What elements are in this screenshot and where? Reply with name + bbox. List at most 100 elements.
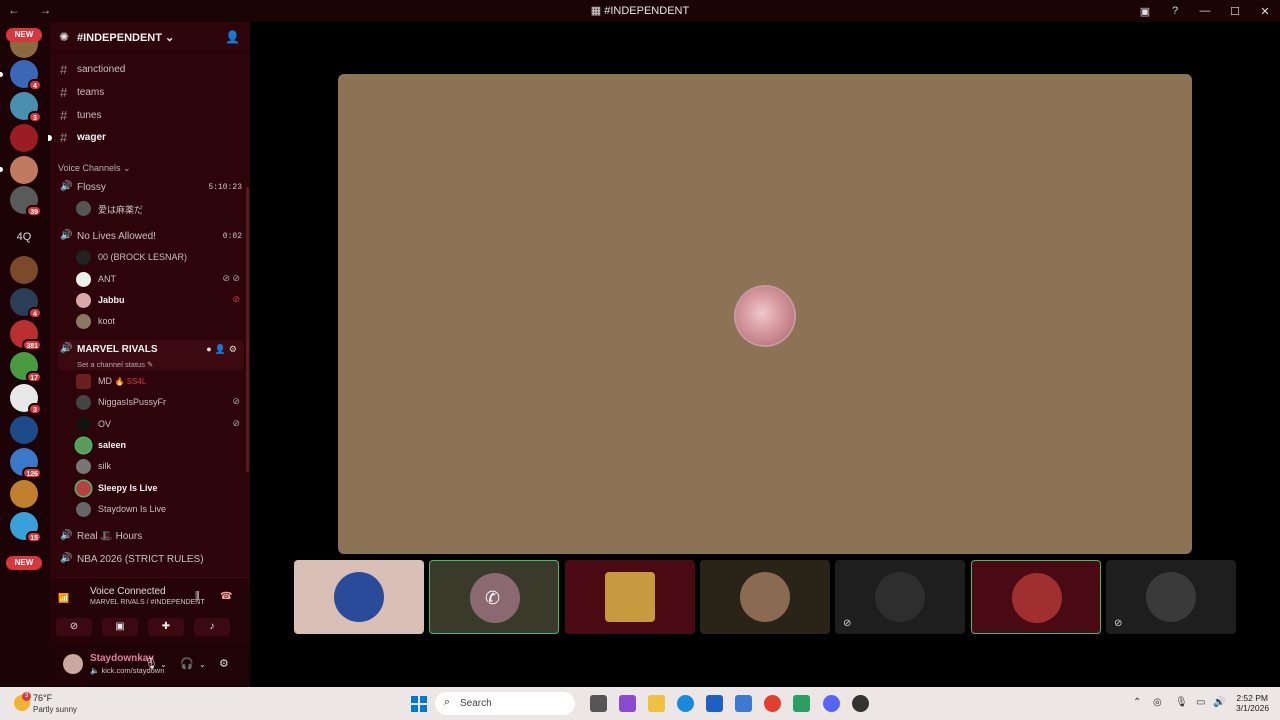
voice-user[interactable]: 00 (BROCK LESNAR)	[76, 248, 240, 268]
server-icon[interactable]: 4	[10, 288, 42, 319]
voice-user[interactable]: 愛は麻薬だ	[76, 199, 240, 219]
gear-icon[interactable]: ⚙	[219, 657, 229, 670]
voice-user[interactable]: saleen	[76, 436, 240, 456]
avatar[interactable]	[63, 654, 83, 674]
mention-badge: 17	[26, 371, 42, 383]
server-icon[interactable]: 381	[10, 320, 42, 351]
voice-user[interactable]: OV ⊘	[76, 415, 240, 435]
chevron-up-icon[interactable]: ⌃	[1133, 697, 1141, 708]
text-channel[interactable]: # sanctioned	[58, 60, 244, 80]
app-tray-icon[interactable]: ◎	[1153, 697, 1162, 708]
voice-connected-channel[interactable]: MARVEL RIVALS / #INDEPENDENT	[90, 599, 205, 606]
participant-tile[interactable]: ⊘	[835, 560, 965, 634]
microphone-icon[interactable]: 🎙	[144, 657, 158, 670]
disconnect-icon[interactable]: ☎	[220, 591, 232, 602]
voice-user[interactable]: koot	[76, 312, 240, 332]
inbox-icon[interactable]: ▣	[1130, 5, 1160, 18]
app-icon[interactable]	[793, 695, 810, 712]
guild-header[interactable]: ✺ #INDEPENDENT ⌄ 👤	[50, 22, 250, 54]
voice-category[interactable]: Voice Channels ⌄	[58, 163, 131, 174]
activities-button[interactable]: ✚	[148, 618, 184, 636]
avatar	[334, 572, 384, 622]
maximize-button[interactable]: ☐	[1220, 5, 1250, 18]
help-icon[interactable]: ?	[1160, 5, 1190, 17]
camera-off-button[interactable]: ⊘	[56, 618, 92, 636]
minimize-button[interactable]: —	[1190, 5, 1220, 17]
server-icon[interactable]	[10, 416, 38, 444]
server-icon[interactable]: 3	[10, 92, 42, 123]
chevron-down-icon[interactable]: ⌄	[199, 660, 206, 669]
sidebar-scrollbar[interactable]	[246, 187, 249, 472]
mention-badge: 39	[26, 205, 42, 217]
invite-icon[interactable]: 👤	[225, 30, 240, 44]
voice-user[interactable]: Jabbu ⊘	[76, 291, 240, 311]
store-icon[interactable]	[706, 695, 723, 712]
chevron-down-icon[interactable]: ⌄	[160, 660, 167, 669]
headphones-icon[interactable]: 🎧	[180, 657, 194, 670]
settings-icon[interactable]: ⚙	[229, 344, 240, 354]
weather-description[interactable]: Partly sunny	[33, 705, 77, 714]
voice-channel-real-hours[interactable]: 🔊 Real 🎩 Hours	[58, 527, 244, 547]
server-icon[interactable]	[10, 156, 38, 184]
file-explorer-icon[interactable]	[648, 695, 665, 712]
hash-icon: #	[60, 108, 68, 123]
microphone-tray-icon[interactable]: 🎙	[1175, 697, 1188, 708]
voice-connected-title[interactable]: Voice Connected	[90, 586, 166, 597]
mention-badge: 15	[26, 531, 42, 543]
edge-icon[interactable]	[677, 695, 694, 712]
close-button[interactable]: ✕	[1250, 5, 1280, 18]
participant-tile[interactable]: ✆	[429, 560, 559, 634]
voice-channel-no-lives[interactable]: 🔊 No Lives Allowed! 0:02	[58, 227, 244, 247]
voice-user[interactable]: Sleepy Is Live	[76, 479, 240, 499]
participant-tile[interactable]	[565, 560, 695, 634]
focused-participant-tile[interactable]	[338, 74, 1192, 554]
network-icon[interactable]: ▭	[1196, 697, 1205, 708]
discord-icon[interactable]	[823, 695, 840, 712]
voice-user[interactable]: NiggasIsPussyFr ⊘	[76, 393, 240, 413]
voice-user[interactable]: MD 🔥 SS4L	[76, 372, 240, 392]
server-icon[interactable]: 17	[10, 352, 42, 383]
voice-channel-nba[interactable]: 🔊 NBA 2026 (STRICT RULES)	[58, 550, 244, 570]
app-icon[interactable]	[735, 695, 752, 712]
voice-user[interactable]: silk	[76, 457, 240, 477]
text-channel[interactable]: # wager	[48, 128, 244, 148]
server-icon[interactable]	[10, 124, 38, 152]
server-icon[interactable]: 3	[10, 384, 42, 415]
start-button[interactable]	[411, 696, 427, 712]
voice-channel-flossy[interactable]: 🔊 Flossy 5:10:23	[58, 178, 244, 198]
server-icon[interactable]: 39	[10, 186, 42, 217]
voice-user[interactable]: Staydown Is Live	[76, 500, 240, 520]
hash-icon: #	[60, 85, 68, 100]
guild-name[interactable]: #INDEPENDENT ⌄	[77, 31, 174, 44]
participant-tile[interactable]	[700, 560, 830, 634]
set-channel-status[interactable]: Set a channel status ✎	[77, 360, 153, 369]
server-icon[interactable]	[10, 480, 38, 508]
app-icon[interactable]	[619, 695, 636, 712]
chat-icon[interactable]: ●	[206, 344, 214, 354]
volume-icon[interactable]: 🔊	[1213, 697, 1225, 708]
channel-actions[interactable]: ●👤⚙	[206, 344, 240, 355]
voice-user[interactable]: ANT ⊘ ⊘	[76, 270, 240, 290]
server-icon[interactable]: 126	[10, 448, 42, 479]
soundboard-button[interactable]: ♪	[194, 618, 230, 636]
chrome-icon[interactable]	[764, 695, 781, 712]
participant-tile[interactable]	[294, 560, 424, 634]
participant-tile[interactable]	[971, 560, 1101, 634]
server-icon[interactable]: 4	[10, 60, 42, 91]
text-channel[interactable]: # tunes	[58, 106, 244, 126]
signal-icon[interactable]: 📶	[58, 593, 69, 604]
server-icon[interactable]	[10, 256, 38, 284]
server-icon[interactable]: 15	[10, 512, 42, 543]
invite-icon[interactable]: 👤	[215, 344, 229, 354]
clock[interactable]: 2:52 PM 3/1/2026	[1236, 693, 1269, 713]
app-icon[interactable]	[852, 695, 869, 712]
server-4q[interactable]: 4Q	[10, 223, 38, 251]
screen-share-button[interactable]: ▣	[102, 618, 138, 636]
taskbar-search[interactable]: ⌕ Search	[435, 692, 575, 715]
weather-temperature[interactable]: 76°F	[33, 693, 52, 703]
participant-tile[interactable]: ⊘	[1106, 560, 1236, 634]
text-channel[interactable]: # teams	[58, 83, 244, 103]
noise-suppression-icon[interactable]: ⫼	[195, 591, 200, 602]
voice-channel-marvel-rivals[interactable]: 🔊 MARVEL RIVALS ●👤⚙ Set a channel status…	[58, 340, 244, 370]
task-view-icon[interactable]	[590, 695, 607, 712]
